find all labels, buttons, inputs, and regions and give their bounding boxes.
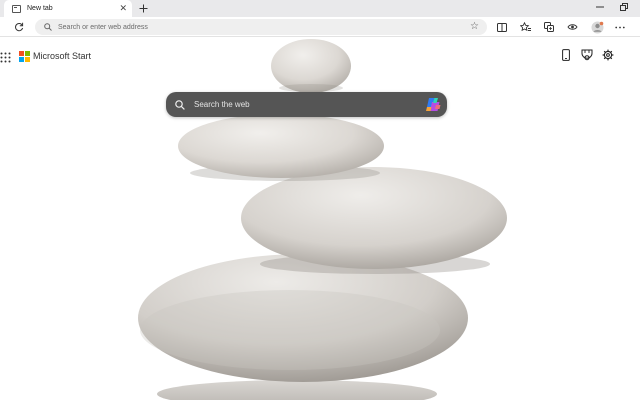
- collections-icon: [544, 22, 554, 32]
- extensions-icon: [566, 24, 578, 30]
- settings-button[interactable]: [601, 48, 615, 62]
- restore-icon: [620, 3, 628, 11]
- restore-button[interactable]: [616, 0, 632, 17]
- brand-title[interactable]: Microsoft Start: [33, 50, 91, 62]
- favorite-star-icon[interactable]: ☆: [470, 20, 479, 34]
- browser-toolbar: Search or enter web address ☆: [0, 17, 640, 37]
- extensions-button[interactable]: [564, 19, 580, 35]
- plus-icon: [139, 4, 147, 13]
- address-bar[interactable]: Search or enter web address ☆: [35, 19, 487, 35]
- tab-new-tab[interactable]: New tab ✕: [4, 0, 132, 17]
- web-search-box[interactable]: Search the web: [166, 92, 447, 117]
- apps-grid-icon[interactable]: [0, 52, 11, 63]
- search-icon: [175, 99, 185, 110]
- address-bar-placeholder: Search or enter web address: [58, 23, 148, 31]
- profile-avatar: [591, 21, 603, 33]
- favorites-icon: [519, 22, 531, 32]
- settings-gear-icon: [602, 49, 614, 61]
- favorites-button[interactable]: [517, 19, 533, 35]
- more-button[interactable]: [612, 19, 628, 35]
- tab-title: New tab: [27, 5, 53, 12]
- new-tab-button[interactable]: [136, 0, 150, 17]
- page-icon: [12, 4, 21, 13]
- more-icon: [615, 26, 625, 28]
- close-icon[interactable]: ✕: [119, 2, 127, 14]
- minimize-button[interactable]: [592, 0, 608, 17]
- split-screen-button[interactable]: [494, 19, 510, 35]
- minimize-icon: [596, 6, 604, 8]
- search-placeholder: Search the web: [194, 100, 250, 109]
- search-icon: [44, 23, 52, 31]
- split-screen-icon: [497, 22, 507, 32]
- tab-strip: New tab ✕: [0, 0, 640, 17]
- rewards-icon: [581, 49, 593, 61]
- copilot-icon[interactable]: [425, 96, 442, 113]
- phone-icon: [562, 49, 570, 61]
- profile-button[interactable]: [589, 19, 605, 35]
- phone-button[interactable]: [559, 48, 573, 62]
- refresh-button[interactable]: [11, 19, 27, 35]
- microsoft-logo-icon: [19, 51, 30, 62]
- refresh-icon: [15, 22, 24, 32]
- new-tab-page: Microsoft Start Search the web: [0, 38, 640, 400]
- collections-button[interactable]: [541, 19, 557, 35]
- rewards-button[interactable]: [580, 48, 594, 62]
